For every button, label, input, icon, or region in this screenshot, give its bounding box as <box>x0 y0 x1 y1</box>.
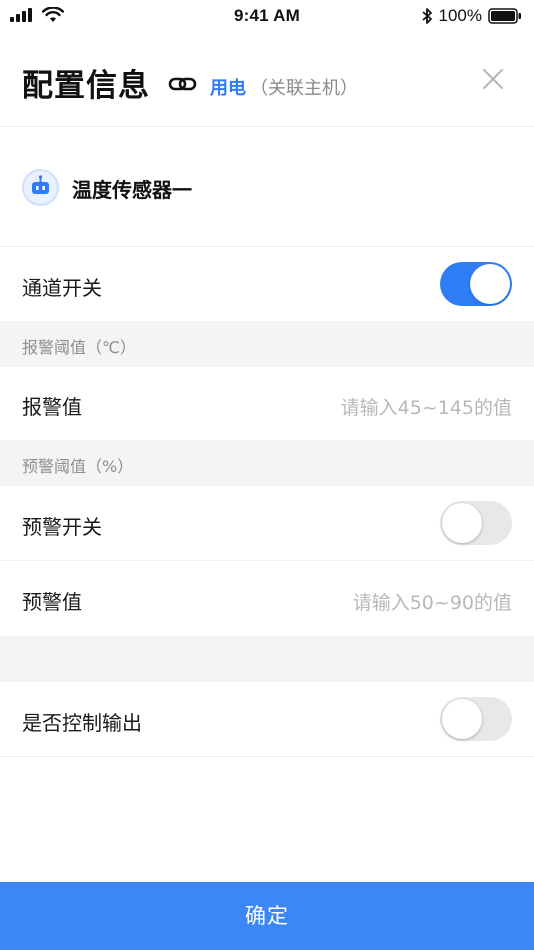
sensor-name: 温度传感器一 <box>72 178 192 202</box>
alarm-section-title: 报警阈值（℃） <box>22 338 136 357</box>
warning-switch-toggle[interactable] <box>440 501 512 545</box>
alarm-section-header: 报警阈值（℃） <box>0 321 534 367</box>
toggle-knob <box>442 503 482 543</box>
warning-value-label: 预警值 <box>22 590 82 614</box>
battery-icon <box>488 8 521 24</box>
page-title: 配置信息 <box>22 68 150 104</box>
status-bar: 9:41 AM 100% <box>0 0 534 32</box>
dialog-header: 配置信息 用电 （关联主机） <box>0 32 534 127</box>
warning-value-input[interactable]: 请输入50~90的值 <box>353 588 512 615</box>
warning-switch-row: 预警开关 <box>0 486 534 561</box>
control-output-toggle[interactable] <box>440 697 512 741</box>
alarm-value-row[interactable]: 报警值 请输入45~145的值 <box>0 367 534 440</box>
channel-switch-toggle[interactable] <box>440 262 512 306</box>
channel-switch-label: 通道开关 <box>22 276 102 300</box>
alarm-value-input[interactable]: 请输入45~145的值 <box>341 393 512 420</box>
warning-value-row[interactable]: 预警值 请输入50~90的值 <box>0 561 534 636</box>
battery-percent: 100% <box>438 6 482 25</box>
control-output-label: 是否控制输出 <box>22 711 142 735</box>
control-output-row: 是否控制输出 <box>0 682 534 757</box>
close-icon[interactable] <box>480 66 506 92</box>
status-right: 100% <box>421 6 522 26</box>
link-icon <box>168 77 197 91</box>
bluetooth-icon <box>421 8 432 24</box>
confirm-button[interactable]: 确定 <box>0 882 534 950</box>
toggle-knob <box>442 699 482 739</box>
host-label: （关联主机） <box>250 78 358 99</box>
alarm-value-label: 报警值 <box>22 395 82 419</box>
warning-section-header: 预警阈值（%） <box>0 440 534 486</box>
sensor-device-icon <box>22 169 59 206</box>
power-label[interactable]: 用电 <box>210 74 246 100</box>
section-spacer <box>0 636 534 682</box>
channel-switch-row: 通道开关 <box>0 248 534 321</box>
warning-switch-label: 预警开关 <box>22 515 102 539</box>
toggle-knob <box>470 264 510 304</box>
sensor-row: 温度传感器一 <box>0 127 534 247</box>
warning-section-title: 预警阈值（%） <box>22 457 134 476</box>
